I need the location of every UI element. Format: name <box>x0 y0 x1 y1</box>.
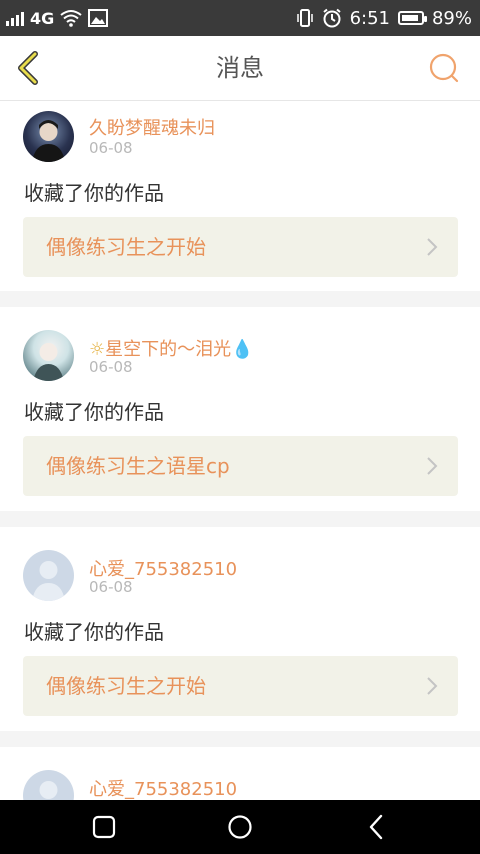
avatar[interactable] <box>23 550 74 601</box>
username-text: 星空下的～泪光 <box>105 339 232 360</box>
username[interactable]: 心爱_755382510 <box>89 775 237 800</box>
network-type: 4G <box>30 8 55 28</box>
avatar-figure <box>32 120 65 162</box>
avatar[interactable] <box>23 111 74 162</box>
action-text: 收藏了你的作品 <box>24 181 164 205</box>
avatar-figure <box>33 343 64 381</box>
work-title: 偶像练习生之开始 <box>46 235 206 259</box>
wifi-icon <box>60 10 82 27</box>
alarm-icon <box>322 8 341 28</box>
action-text: 收藏了你的作品 <box>24 400 164 424</box>
message-card: ☼星空下的～泪光💧 06-08 收藏了你的作品 偶像练习生之语星cp <box>0 307 480 511</box>
sun-icon: ☼ <box>89 339 106 360</box>
status-left: 4G <box>6 0 109 36</box>
home-icon[interactable] <box>225 812 255 842</box>
page-title: 消息 <box>216 54 264 82</box>
battery-icon <box>397 11 427 25</box>
work-link[interactable]: 偶像练习生之语星cp <box>23 436 458 496</box>
work-title: 偶像练习生之语星cp <box>46 454 230 478</box>
message-date: 06-08 <box>89 139 133 157</box>
message-card: 心爱_755382510 06-08 收藏了你的作品 偶像练习生之开始 <box>0 527 480 731</box>
work-link[interactable]: 偶像练习生之开始 <box>23 656 458 716</box>
status-bar: 4G 6:51 89% <box>0 0 480 36</box>
app-header: 消息 <box>0 36 480 101</box>
message-list[interactable]: 久盼梦醒魂未归 06-08 收藏了你的作品 偶像练习生之开始 ☼星空下的～泪光💧… <box>0 101 480 800</box>
droplet-icon: 💧 <box>231 339 254 360</box>
username[interactable]: 久盼梦醒魂未归 <box>89 114 215 140</box>
battery-percent: 89% <box>431 7 472 29</box>
work-title: 偶像练习生之开始 <box>46 674 206 698</box>
chevron-right-icon <box>427 238 438 256</box>
message-card: 心爱_755382510 06-08 <box>0 747 480 800</box>
message-date: 06-08 <box>89 358 133 376</box>
back-icon[interactable] <box>362 812 392 842</box>
chevron-right-icon <box>427 677 438 695</box>
default-avatar-icon <box>32 561 65 601</box>
vibrate-icon <box>296 9 313 27</box>
avatar[interactable] <box>23 330 74 381</box>
work-link[interactable]: 偶像练习生之开始 <box>23 217 458 277</box>
system-nav-bar <box>0 800 480 854</box>
recent-apps-icon[interactable] <box>89 812 119 842</box>
message-card: 久盼梦醒魂未归 06-08 收藏了你的作品 偶像练习生之开始 <box>0 101 480 291</box>
default-avatar-icon <box>39 781 58 799</box>
clock-time: 6:51 <box>349 7 390 29</box>
signal-icon <box>6 10 24 26</box>
search-icon[interactable] <box>428 52 460 84</box>
status-right: 6:51 89% <box>296 0 472 36</box>
image-notification-icon <box>88 9 109 27</box>
chevron-right-icon <box>427 457 438 475</box>
avatar[interactable] <box>23 770 74 800</box>
action-text: 收藏了你的作品 <box>24 620 164 644</box>
message-date: 06-08 <box>89 578 133 596</box>
